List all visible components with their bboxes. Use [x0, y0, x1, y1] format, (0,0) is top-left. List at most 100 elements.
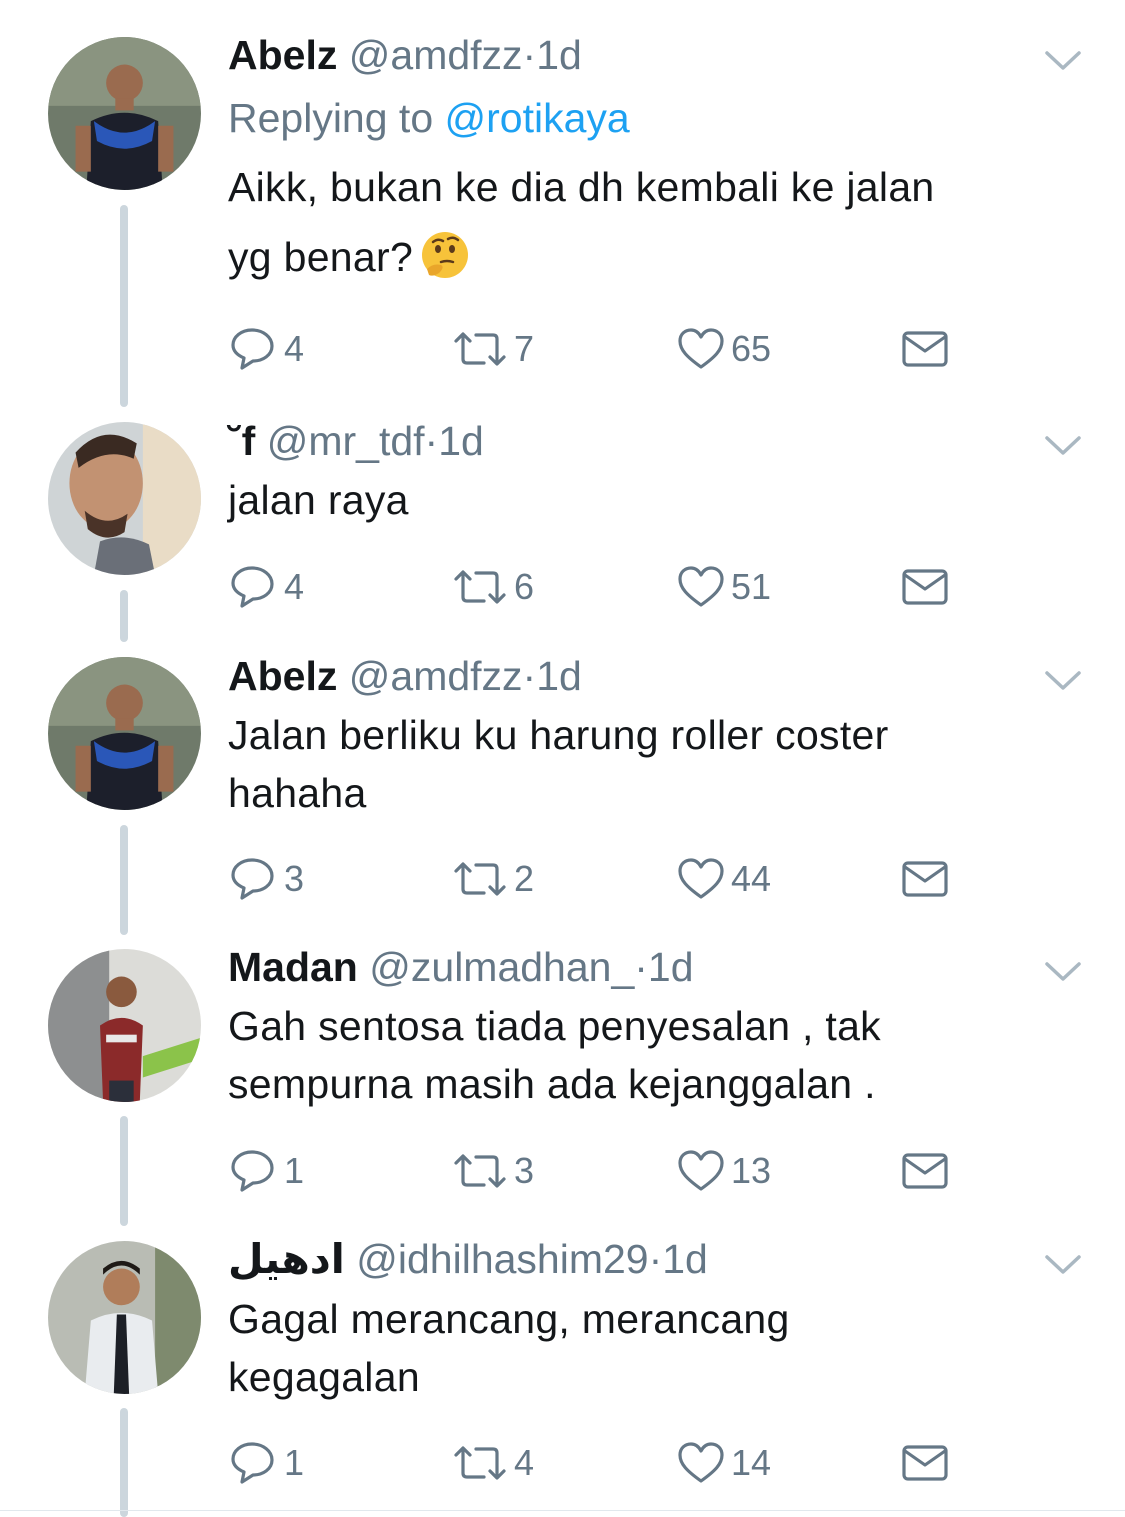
reply-button[interactable]: 4 [230, 324, 304, 374]
envelope-icon [902, 1153, 948, 1189]
tweet-text: Gah sentosa tiada penyesalan , tak sempu… [228, 997, 1088, 1113]
tweet-header: Madan @zulmadhan_·1d [228, 939, 694, 995]
timestamp[interactable]: 1d [648, 944, 694, 990]
avatar[interactable] [48, 949, 201, 1102]
retweet-button[interactable]: 2 [452, 854, 534, 904]
display-name-glyph[interactable]: ˘f [228, 418, 255, 464]
display-name[interactable]: Abelz [228, 32, 337, 78]
like-button[interactable]: 44 [677, 854, 771, 904]
retweet-icon [454, 862, 506, 896]
avatar-photo [48, 1241, 201, 1394]
tweet-text-line: jalan raya [228, 477, 409, 523]
reply-icon [231, 858, 274, 900]
tweet-text-line: kegagalan [228, 1354, 420, 1400]
tweet-text-line: Gagal merancang, merancang [228, 1296, 790, 1342]
retweet-button[interactable]: 7 [452, 324, 534, 374]
username[interactable]: @zulmadhan_ [369, 944, 634, 990]
tweet-text: Aikk, bukan ke dia dh kembali ke jalan y… [228, 158, 1088, 286]
like-count: 51 [731, 566, 772, 607]
display-name[interactable]: Madan [228, 944, 358, 990]
chevron-down-icon[interactable] [1043, 49, 1083, 73]
timestamp[interactable]: 1d [662, 1236, 708, 1282]
like-count: 44 [731, 858, 772, 899]
timestamp[interactable]: 1d [536, 653, 582, 699]
chevron-down-icon[interactable] [1043, 669, 1083, 693]
direct-message-button[interactable] [902, 562, 948, 612]
reply-button[interactable]: 1 [230, 1438, 304, 1488]
avatar[interactable] [48, 1241, 201, 1394]
chevron-down-icon[interactable] [1043, 960, 1083, 984]
like-button[interactable]: 65 [677, 324, 771, 374]
tweet-actions: 1 3 13 [0, 1146, 1125, 1196]
direct-message-button[interactable] [902, 1438, 948, 1488]
reply-button[interactable]: 4 [230, 562, 304, 612]
retweet-button[interactable]: 6 [452, 562, 534, 612]
reply-count: 4 [284, 566, 305, 607]
heart-icon [678, 566, 724, 607]
divider [0, 1510, 1125, 1511]
retweet-count: 7 [514, 328, 535, 369]
direct-message-button[interactable] [902, 1146, 948, 1196]
reply-icon [231, 566, 274, 608]
tweet-text-line: hahaha [228, 770, 367, 816]
avatar-photo [48, 37, 201, 190]
retweet-icon [454, 1154, 506, 1188]
reply-icon [231, 328, 274, 370]
envelope-icon [902, 569, 948, 605]
retweet-count: 2 [514, 858, 535, 899]
retweet-icon [454, 332, 506, 366]
retweet-button[interactable]: 4 [452, 1438, 534, 1488]
replying-to-label: Replying to [228, 95, 434, 141]
like-button[interactable]: 14 [677, 1438, 771, 1488]
retweet-button[interactable]: 3 [452, 1146, 534, 1196]
replying-to-link[interactable]: @rotikaya [445, 95, 630, 141]
username[interactable]: @amdfzz [349, 32, 523, 78]
direct-message-button[interactable] [902, 324, 948, 374]
display-name[interactable]: Abelz [228, 653, 337, 699]
tweet-text-line: Aikk, bukan ke dia dh kembali ke jalan [228, 164, 935, 210]
avatar[interactable] [48, 37, 201, 190]
thread-line [120, 205, 128, 407]
timestamp[interactable]: 1d [438, 418, 484, 464]
reply-count: 1 [284, 1442, 305, 1483]
like-count: 14 [731, 1442, 772, 1483]
tweet-header: ˘f @mr_tdf·1d [228, 413, 484, 469]
display-name[interactable]: ادهيل [228, 1236, 345, 1282]
envelope-icon [902, 331, 948, 367]
heart-icon [678, 1150, 724, 1191]
like-button[interactable]: 51 [677, 562, 771, 612]
tweet-actions: 3 2 44 [0, 854, 1125, 904]
tweet-text: Gagal merancang, merancang kegagalan [228, 1290, 1088, 1406]
avatar[interactable] [48, 657, 201, 810]
chevron-down-icon[interactable] [1043, 434, 1083, 458]
separator-dot: · [424, 418, 439, 464]
direct-message-button[interactable] [902, 854, 948, 904]
avatar[interactable] [48, 422, 201, 575]
heart-icon [678, 328, 724, 369]
tweet-actions: 1 4 14 [0, 1438, 1125, 1488]
tweet-text-line: Gah sentosa tiada penyesalan , tak [228, 1003, 881, 1049]
retweet-count: 4 [514, 1442, 535, 1483]
heart-icon [678, 858, 724, 899]
tweet-text-line: Jalan berliku ku harung roller coster [228, 712, 889, 758]
replying-to: Replying to @rotikaya [228, 90, 630, 146]
like-button[interactable]: 13 [677, 1146, 771, 1196]
separator-dot: · [522, 653, 537, 699]
reply-button[interactable]: 3 [230, 854, 304, 904]
username[interactable]: @amdfzz [349, 653, 523, 699]
username[interactable]: @mr_tdf [267, 418, 425, 464]
reply-icon [231, 1442, 274, 1484]
username[interactable]: @idhilhashim29 [356, 1236, 648, 1282]
chevron-down-icon[interactable] [1043, 1253, 1083, 1277]
reply-icon [231, 1150, 274, 1192]
tweet-text-line-wrap: yg benar? [228, 228, 1088, 286]
separator-dot: · [522, 32, 537, 78]
tweet-text: Jalan berliku ku harung roller coster ha… [228, 706, 1088, 822]
tweet-actions: 4 6 51 [0, 562, 1125, 612]
tweet-header: ادهيل @idhilhashim29·1d [228, 1231, 708, 1287]
reply-button[interactable]: 1 [230, 1146, 304, 1196]
retweet-icon [454, 1446, 506, 1480]
thinking-face-emoji-icon [422, 232, 469, 278]
timestamp[interactable]: 1d [536, 32, 582, 78]
retweet-count: 3 [514, 1150, 535, 1191]
